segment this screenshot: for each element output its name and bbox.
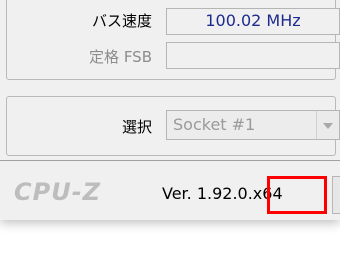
selection-label: 選択 — [121, 118, 152, 136]
tab-panel: バス速度 100.02 MHz 定格 FSB 選択 Socket #1 — [0, 0, 340, 161]
rated-fsb-label: 定格 FSB — [89, 48, 152, 66]
bus-speed-label: バス速度 — [91, 12, 152, 30]
highlight-box — [267, 176, 327, 214]
cpuz-logo: CPU-Z — [14, 178, 102, 206]
cpuz-window: バス速度 100.02 MHz 定格 FSB 選択 Socket #1 CPU-… — [0, 0, 340, 220]
version-text: Ver. 1.92.0.x64 — [162, 184, 283, 203]
tools-button-edge[interactable] — [332, 176, 340, 214]
bus-speed-value: 100.02 MHz — [205, 11, 301, 30]
chevron-down-icon[interactable] — [316, 111, 339, 139]
bus-speed-field: 100.02 MHz — [166, 8, 340, 35]
socket-select-value: Socket #1 — [173, 115, 256, 134]
socket-select[interactable]: Socket #1 — [166, 110, 340, 140]
rated-fsb-field — [166, 42, 340, 69]
